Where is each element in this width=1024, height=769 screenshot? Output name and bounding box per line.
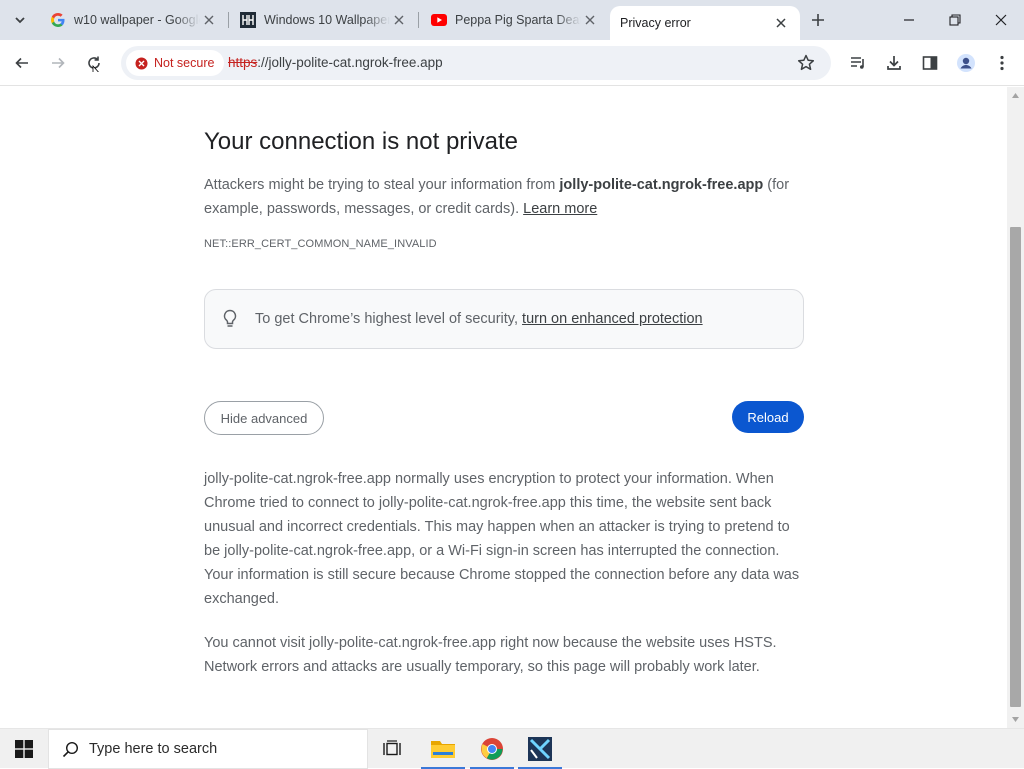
task-view-icon — [383, 740, 401, 756]
url-scheme: https — [228, 55, 258, 70]
scroll-up-arrow-icon[interactable] — [1011, 91, 1020, 100]
side-panel-icon — [922, 56, 938, 70]
forward-arrow-icon — [52, 57, 65, 69]
close-tab-icon[interactable] — [200, 11, 218, 29]
google-icon — [50, 12, 66, 28]
chevron-down-icon — [15, 17, 25, 24]
reload-button[interactable] — [80, 49, 108, 77]
tab-google-search[interactable]: w10 wallpaper - Google Search — [36, 0, 228, 40]
new-tab-button[interactable] — [808, 10, 828, 30]
host-name: jolly-polite-cat.ngrok-free.app — [559, 177, 764, 193]
page-title: Your connection is not private — [204, 128, 518, 155]
url-text[interactable]: https://jolly-polite-cat.ngrok-free.app — [228, 55, 443, 70]
profile-button[interactable] — [952, 49, 980, 77]
learn-more-link[interactable]: Learn more — [523, 201, 597, 217]
bookmark-star-icon[interactable] — [796, 53, 816, 73]
search-icon — [62, 741, 79, 757]
intro-text: Attackers might be trying to steal your … — [204, 177, 790, 217]
app-icon — [528, 737, 552, 761]
close-tab-icon[interactable] — [390, 11, 408, 29]
page-scrollbar[interactable] — [1007, 87, 1024, 728]
chrome-icon — [481, 738, 503, 760]
advanced-details-text: jolly-polite-cat.ngrok-free.app normally… — [204, 471, 800, 607]
search-placeholder: Type here to search — [89, 741, 218, 757]
task-view-button[interactable] — [368, 729, 416, 769]
file-explorer-icon — [431, 741, 455, 758]
hide-advanced-button[interactable]: Hide advanced — [204, 401, 324, 435]
restore-icon — [949, 14, 961, 26]
error-code: NET::ERR_CERT_COMMON_NAME_INVALID — [204, 238, 437, 250]
close-tab-icon[interactable] — [772, 14, 790, 32]
wallpapers-site-icon — [240, 12, 256, 28]
tab-title: Peppa Pig Sparta Death — [455, 13, 581, 27]
tab-youtube-video[interactable]: Peppa Pig Sparta Death — [417, 0, 609, 40]
close-icon — [995, 14, 1007, 26]
more-vert-icon — [1000, 55, 1004, 71]
taskbar-file-explorer[interactable] — [419, 729, 467, 769]
side-panel-button[interactable] — [916, 49, 944, 77]
tab-search-button[interactable] — [7, 7, 33, 33]
hsts-explanation-text: You cannot visit jolly-polite-cat.ngrok-… — [204, 635, 777, 675]
security-chip[interactable]: Not secure — [126, 50, 225, 76]
browser-toolbar: Not secure https://jolly-polite-cat.ngro… — [0, 40, 1024, 86]
avatar-icon — [957, 54, 975, 72]
youtube-icon — [431, 12, 447, 28]
chrome-menu-button[interactable] — [988, 49, 1016, 77]
playlist-icon — [851, 57, 864, 69]
forward-button[interactable] — [44, 49, 72, 77]
tab-title: w10 wallpaper - Google Search — [74, 13, 200, 27]
tab-title: Windows 10 Wallpapers — [264, 13, 390, 27]
plus-icon — [812, 14, 824, 26]
reload-icon — [88, 56, 100, 72]
tab-privacy-error[interactable]: Privacy error — [610, 6, 800, 40]
tab-title: Privacy error — [620, 16, 691, 30]
start-button[interactable] — [0, 729, 48, 769]
tab-windows-wallpapers[interactable]: Windows 10 Wallpapers — [226, 0, 418, 40]
back-button[interactable] — [8, 49, 36, 77]
security-chip-label: Not secure — [154, 56, 215, 70]
enhanced-protection-banner: To get Chrome’s highest level of securit… — [204, 289, 804, 349]
address-bar[interactable]: Not secure https://jolly-polite-cat.ngro… — [121, 46, 831, 80]
minimize-icon — [904, 19, 914, 21]
enhanced-protection-link[interactable]: turn on enhanced protection — [522, 311, 703, 327]
media-controls-button[interactable] — [844, 49, 872, 77]
taskbar-search-box[interactable]: Type here to search — [48, 729, 368, 769]
scrollbar-thumb[interactable] — [1010, 227, 1021, 707]
taskbar-chrome[interactable] — [468, 729, 516, 769]
close-window-button[interactable] — [978, 0, 1024, 40]
enhanced-protection-text: To get Chrome’s highest level of securit… — [255, 311, 703, 327]
interstitial-page: Your connection is not private Attackers… — [0, 87, 1007, 728]
download-icon — [887, 56, 901, 70]
reload-page-button[interactable]: Reload — [732, 401, 804, 433]
restore-button[interactable] — [932, 0, 978, 40]
warning-icon — [135, 57, 148, 69]
tab-strip: w10 wallpaper - Google Search Windows 10… — [0, 0, 1024, 40]
close-tab-icon[interactable] — [581, 11, 599, 29]
back-arrow-icon — [15, 57, 28, 69]
windows-taskbar: Type here to search — [0, 728, 1024, 769]
scroll-down-arrow-icon[interactable] — [1011, 715, 1020, 724]
taskbar-app[interactable] — [516, 729, 564, 769]
minimize-button[interactable] — [886, 0, 932, 40]
downloads-button[interactable] — [880, 49, 908, 77]
lightbulb-icon — [219, 308, 241, 330]
url-host: ://jolly-polite-cat.ngrok-free.app — [257, 55, 443, 70]
windows-logo-icon — [15, 740, 33, 758]
